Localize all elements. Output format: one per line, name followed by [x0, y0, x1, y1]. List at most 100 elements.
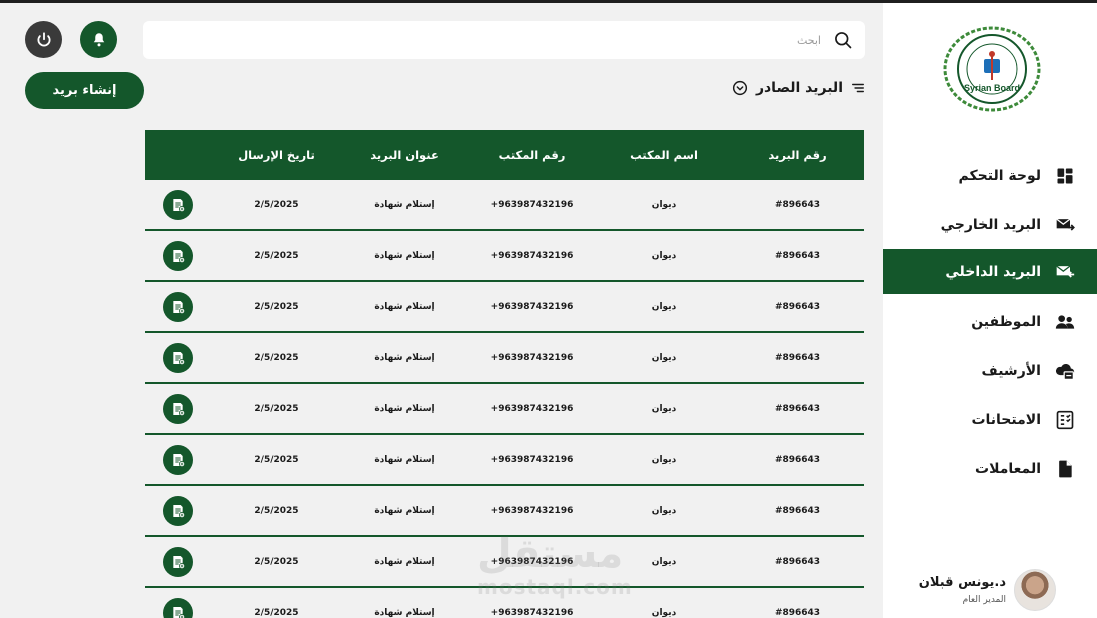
search-input[interactable] — [221, 33, 821, 47]
table-body: 2/5/2025 إستلام شهادة +963987432196 ديوان #8… — [145, 180, 864, 618]
row-action-cell — [145, 597, 211, 618]
search-bar[interactable] — [143, 21, 865, 59]
users-icon — [1055, 312, 1075, 332]
table-row[interactable]: 2/5/2025 إستلام شهادة +963987432196 ديوان #8… — [145, 384, 864, 435]
column-header-office-number: رقم المكتب — [498, 148, 566, 162]
sidebar-item-0[interactable]: لوحة التحكم — [883, 153, 1097, 198]
mail-in-icon — [1055, 262, 1075, 282]
row-action-cell — [145, 240, 211, 271]
cell-subject: إستلام شهادة — [374, 250, 435, 261]
cell-subject: إستلام شهادة — [374, 607, 435, 618]
page-title: البريد الصادر — [755, 80, 843, 96]
sidebar-item-label: الموظفين — [971, 313, 1041, 330]
cell-office-name: ديوان — [651, 199, 677, 210]
document-icon — [173, 504, 186, 518]
cell-date: 2/5/2025 — [254, 454, 299, 465]
sidebar: Syrian Board لوحة التحكم البريد الخارجي ال… — [883, 3, 1097, 618]
table-row[interactable]: 2/5/2025 إستلام شهادة +963987432196 ديوان #8… — [145, 282, 864, 333]
archive-icon — [1055, 361, 1075, 381]
sidebar-item-6[interactable]: المعاملات — [883, 446, 1097, 491]
document-icon — [173, 555, 186, 569]
cell-date: 2/5/2025 — [254, 556, 299, 567]
view-details-button[interactable] — [163, 291, 193, 322]
cell-mail-number: #896643 — [774, 607, 821, 618]
cell-office-number: +963987432196 — [490, 352, 574, 363]
cell-office-name: ديوان — [651, 556, 677, 567]
view-details-button[interactable] — [163, 240, 193, 271]
sidebar-item-2[interactable]: البريد الداخلي — [883, 249, 1097, 294]
svg-text:Syrian Board: Syrian Board — [964, 83, 1020, 93]
cell-office-name: ديوان — [651, 505, 677, 516]
cell-subject: إستلام شهادة — [374, 301, 435, 312]
cell-office-number: +963987432196 — [490, 301, 574, 312]
chevron-down-icon[interactable] — [732, 80, 748, 96]
table-row[interactable]: 2/5/2025 إستلام شهادة +963987432196 ديوان #8… — [145, 231, 864, 282]
cell-office-number: +963987432196 — [490, 199, 574, 210]
cell-mail-number: #896643 — [774, 250, 821, 261]
sidebar-item-4[interactable]: الأرشيف — [883, 348, 1097, 393]
cell-office-number: +963987432196 — [490, 403, 574, 414]
power-button[interactable] — [25, 21, 62, 58]
dashboard-icon — [1055, 166, 1075, 186]
cell-subject: إستلام شهادة — [374, 199, 435, 210]
create-mail-button[interactable]: إنشاء بريد — [25, 72, 144, 109]
mail-out-icon — [1055, 215, 1075, 235]
table-row[interactable]: 2/5/2025 إستلام شهادة +963987432196 ديوان #8… — [145, 435, 864, 486]
table-row[interactable]: 2/5/2025 إستلام شهادة +963987432196 ديوان #8… — [145, 537, 864, 588]
sidebar-item-label: لوحة التحكم — [958, 167, 1041, 184]
bell-icon — [93, 32, 104, 46]
column-header-mail-number: رقم البريد — [768, 148, 827, 162]
document-icon — [173, 606, 186, 618]
avatar[interactable] — [1014, 569, 1056, 611]
table-row[interactable]: 2/5/2025 إستلام شهادة +963987432196 ديوان #8… — [145, 180, 864, 231]
cell-office-name: ديوان — [651, 301, 677, 312]
document-icon — [173, 249, 186, 263]
document-icon — [173, 402, 186, 416]
row-action-cell — [145, 495, 211, 526]
row-action-cell — [145, 291, 211, 322]
table-row[interactable]: 2/5/2025 إستلام شهادة +963987432196 ديوان #8… — [145, 486, 864, 537]
view-details-button[interactable] — [163, 546, 193, 577]
sidebar-item-label: البريد الداخلي — [945, 263, 1041, 280]
document-icon — [173, 198, 186, 212]
user-profile[interactable]: د.يونس قبلان المدير العام — [883, 566, 1097, 614]
cell-office-name: ديوان — [651, 250, 677, 261]
search-icon[interactable] — [833, 30, 853, 50]
cell-office-number: +963987432196 — [490, 250, 574, 261]
document-icon — [173, 300, 186, 314]
section-header[interactable]: البريد الصادر — [732, 80, 865, 96]
cell-date: 2/5/2025 — [254, 250, 299, 261]
user-role: المدير العام — [962, 595, 1006, 605]
row-action-cell — [145, 189, 211, 220]
view-details-button[interactable] — [163, 444, 193, 475]
table-row[interactable]: 2/5/2025 إستلام شهادة +963987432196 ديوان #8… — [145, 333, 864, 384]
row-action-cell — [145, 342, 211, 373]
sidebar-item-3[interactable]: الموظفين — [883, 299, 1097, 344]
sidebar-item-label: الأرشيف — [981, 362, 1041, 379]
cell-date: 2/5/2025 — [254, 403, 299, 414]
cell-mail-number: #896643 — [774, 556, 821, 567]
notifications-button[interactable] — [80, 21, 117, 58]
cell-mail-number: #896643 — [774, 199, 821, 210]
cell-date: 2/5/2025 — [254, 607, 299, 618]
cell-mail-number: #896643 — [774, 403, 821, 414]
filter-lines-icon — [852, 83, 864, 93]
sidebar-item-1[interactable]: البريد الخارجي — [883, 202, 1097, 247]
cell-office-number: +963987432196 — [490, 607, 574, 618]
column-header-subject: عنوان البريد — [370, 148, 439, 162]
view-details-button[interactable] — [163, 597, 193, 618]
sidebar-item-5[interactable]: الامتحانات — [883, 397, 1097, 442]
table-row[interactable]: 2/5/2025 إستلام شهادة +963987432196 ديوان #8… — [145, 588, 864, 618]
cell-subject: إستلام شهادة — [374, 454, 435, 465]
cell-mail-number: #896643 — [774, 352, 821, 363]
view-details-button[interactable] — [163, 189, 193, 220]
row-action-cell — [145, 546, 211, 577]
cell-date: 2/5/2025 — [254, 301, 299, 312]
view-details-button[interactable] — [163, 495, 193, 526]
view-details-button[interactable] — [163, 342, 193, 373]
cell-office-name: ديوان — [651, 352, 677, 363]
sidebar-item-label: الامتحانات — [971, 411, 1041, 428]
cell-subject: إستلام شهادة — [374, 352, 435, 363]
column-header-office-name: اسم المكتب — [630, 148, 698, 162]
view-details-button[interactable] — [163, 393, 193, 424]
